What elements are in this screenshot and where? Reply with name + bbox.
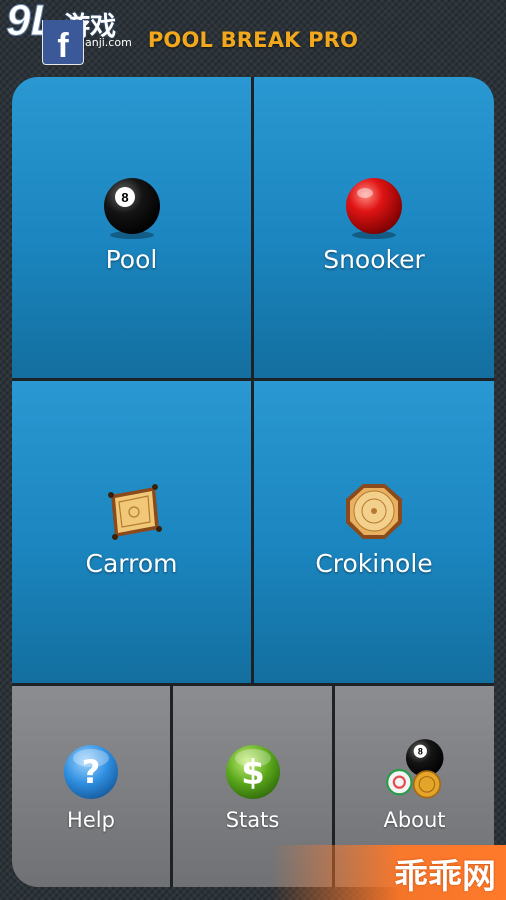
help-label: Help bbox=[67, 808, 115, 832]
crokinole-button[interactable]: Crokinole bbox=[254, 381, 494, 683]
watermark-banner: 乖乖网 bbox=[270, 845, 506, 900]
eight-ball-icon: 8 bbox=[103, 178, 160, 239]
about-label: About bbox=[383, 808, 446, 832]
main-menu: 8 Pool Snooker Carrom Crokinole ? Help $… bbox=[12, 77, 494, 887]
carrom-board-icon bbox=[107, 484, 162, 540]
eight-label: 8 bbox=[121, 190, 128, 205]
watermark-text: 乖乖网 bbox=[394, 857, 496, 897]
game-balls-icon: 8 bbox=[385, 739, 443, 799]
help-button[interactable]: ? Help bbox=[12, 686, 170, 887]
snooker-button[interactable]: Snooker bbox=[254, 77, 494, 378]
red-ball-icon bbox=[346, 178, 402, 239]
crokinole-label: Crokinole bbox=[315, 549, 433, 578]
question-glyph: ? bbox=[82, 753, 101, 791]
dollar-glyph: $ bbox=[241, 753, 265, 793]
snooker-label: Snooker bbox=[323, 245, 425, 274]
carrom-button[interactable]: Carrom bbox=[12, 381, 251, 683]
app-title: POOL BREAK PRO bbox=[147, 28, 359, 52]
pool-button[interactable]: 8 Pool bbox=[12, 77, 251, 378]
pool-label: Pool bbox=[105, 245, 158, 274]
stats-label: Stats bbox=[225, 808, 280, 832]
crokinole-board-icon bbox=[346, 484, 402, 539]
dollar-icon: $ bbox=[225, 745, 280, 799]
about-eight-label: 8 bbox=[417, 747, 422, 757]
carrom-label: Carrom bbox=[85, 549, 178, 578]
question-icon: ? bbox=[64, 745, 118, 799]
